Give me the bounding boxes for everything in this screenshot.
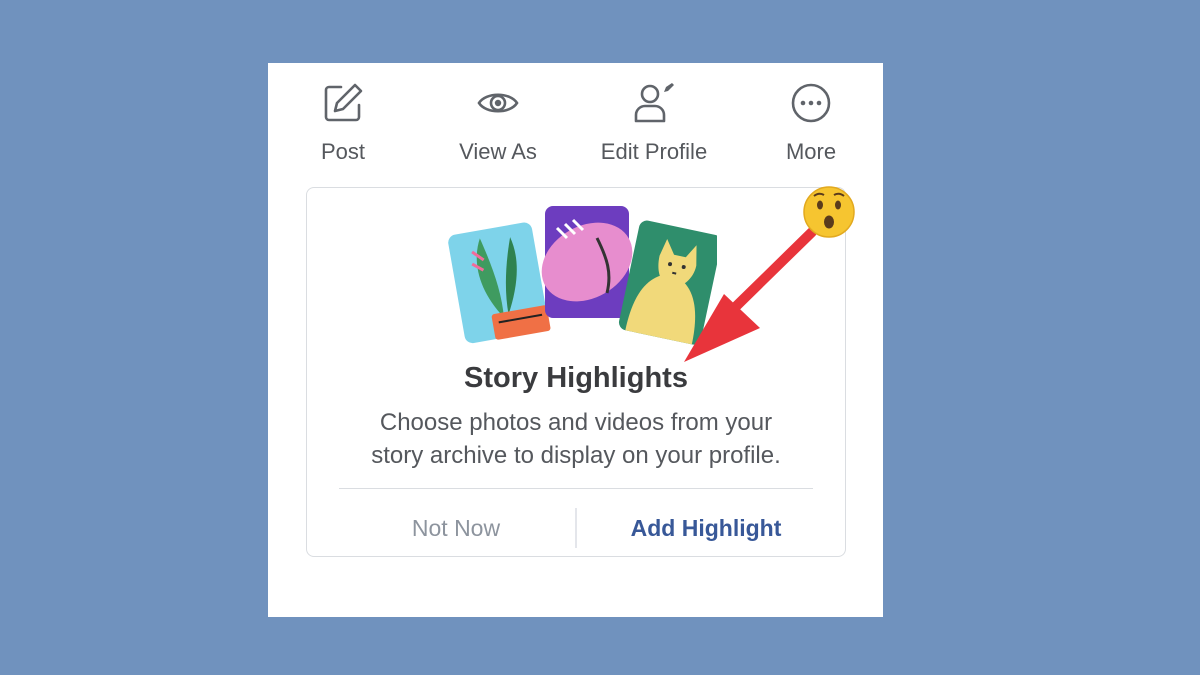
not-now-button[interactable]: Not Now: [337, 506, 575, 550]
card-description-line-1: Choose photos and videos from your: [379, 409, 773, 436]
add-highlight-button[interactable]: Add Highlight: [587, 506, 825, 550]
post-label: Post: [320, 139, 366, 164]
edit-profile-label: Edit Profile: [600, 139, 708, 164]
person-edit-icon: [634, 83, 674, 123]
eye-icon: [477, 93, 519, 113]
post-button[interactable]: Post: [268, 81, 418, 181]
view-as-label: View As: [459, 139, 537, 164]
card-description-line-2: story archive to display on your profile…: [371, 442, 781, 469]
card-divider: [339, 488, 813, 489]
button-separator: [575, 508, 577, 548]
story-cards-illustration: [448, 206, 717, 345]
edit-profile-button[interactable]: Edit Profile: [579, 81, 729, 181]
story-highlights-card: Story Highlights Choose photos and video…: [306, 187, 846, 557]
view-as-button[interactable]: View As: [423, 81, 573, 181]
profile-panel: Post View As Edit Profile More Story Hig…: [268, 63, 883, 617]
more-dots-icon: [791, 83, 831, 123]
card-description: Choose photos and videos from your story…: [307, 406, 845, 472]
more-label: More: [785, 139, 837, 164]
more-button[interactable]: More: [736, 81, 886, 181]
profile-action-bar: Post View As Edit Profile More: [268, 63, 883, 183]
pencil-square-icon: [324, 83, 363, 122]
card-title: Story Highlights: [464, 362, 688, 394]
